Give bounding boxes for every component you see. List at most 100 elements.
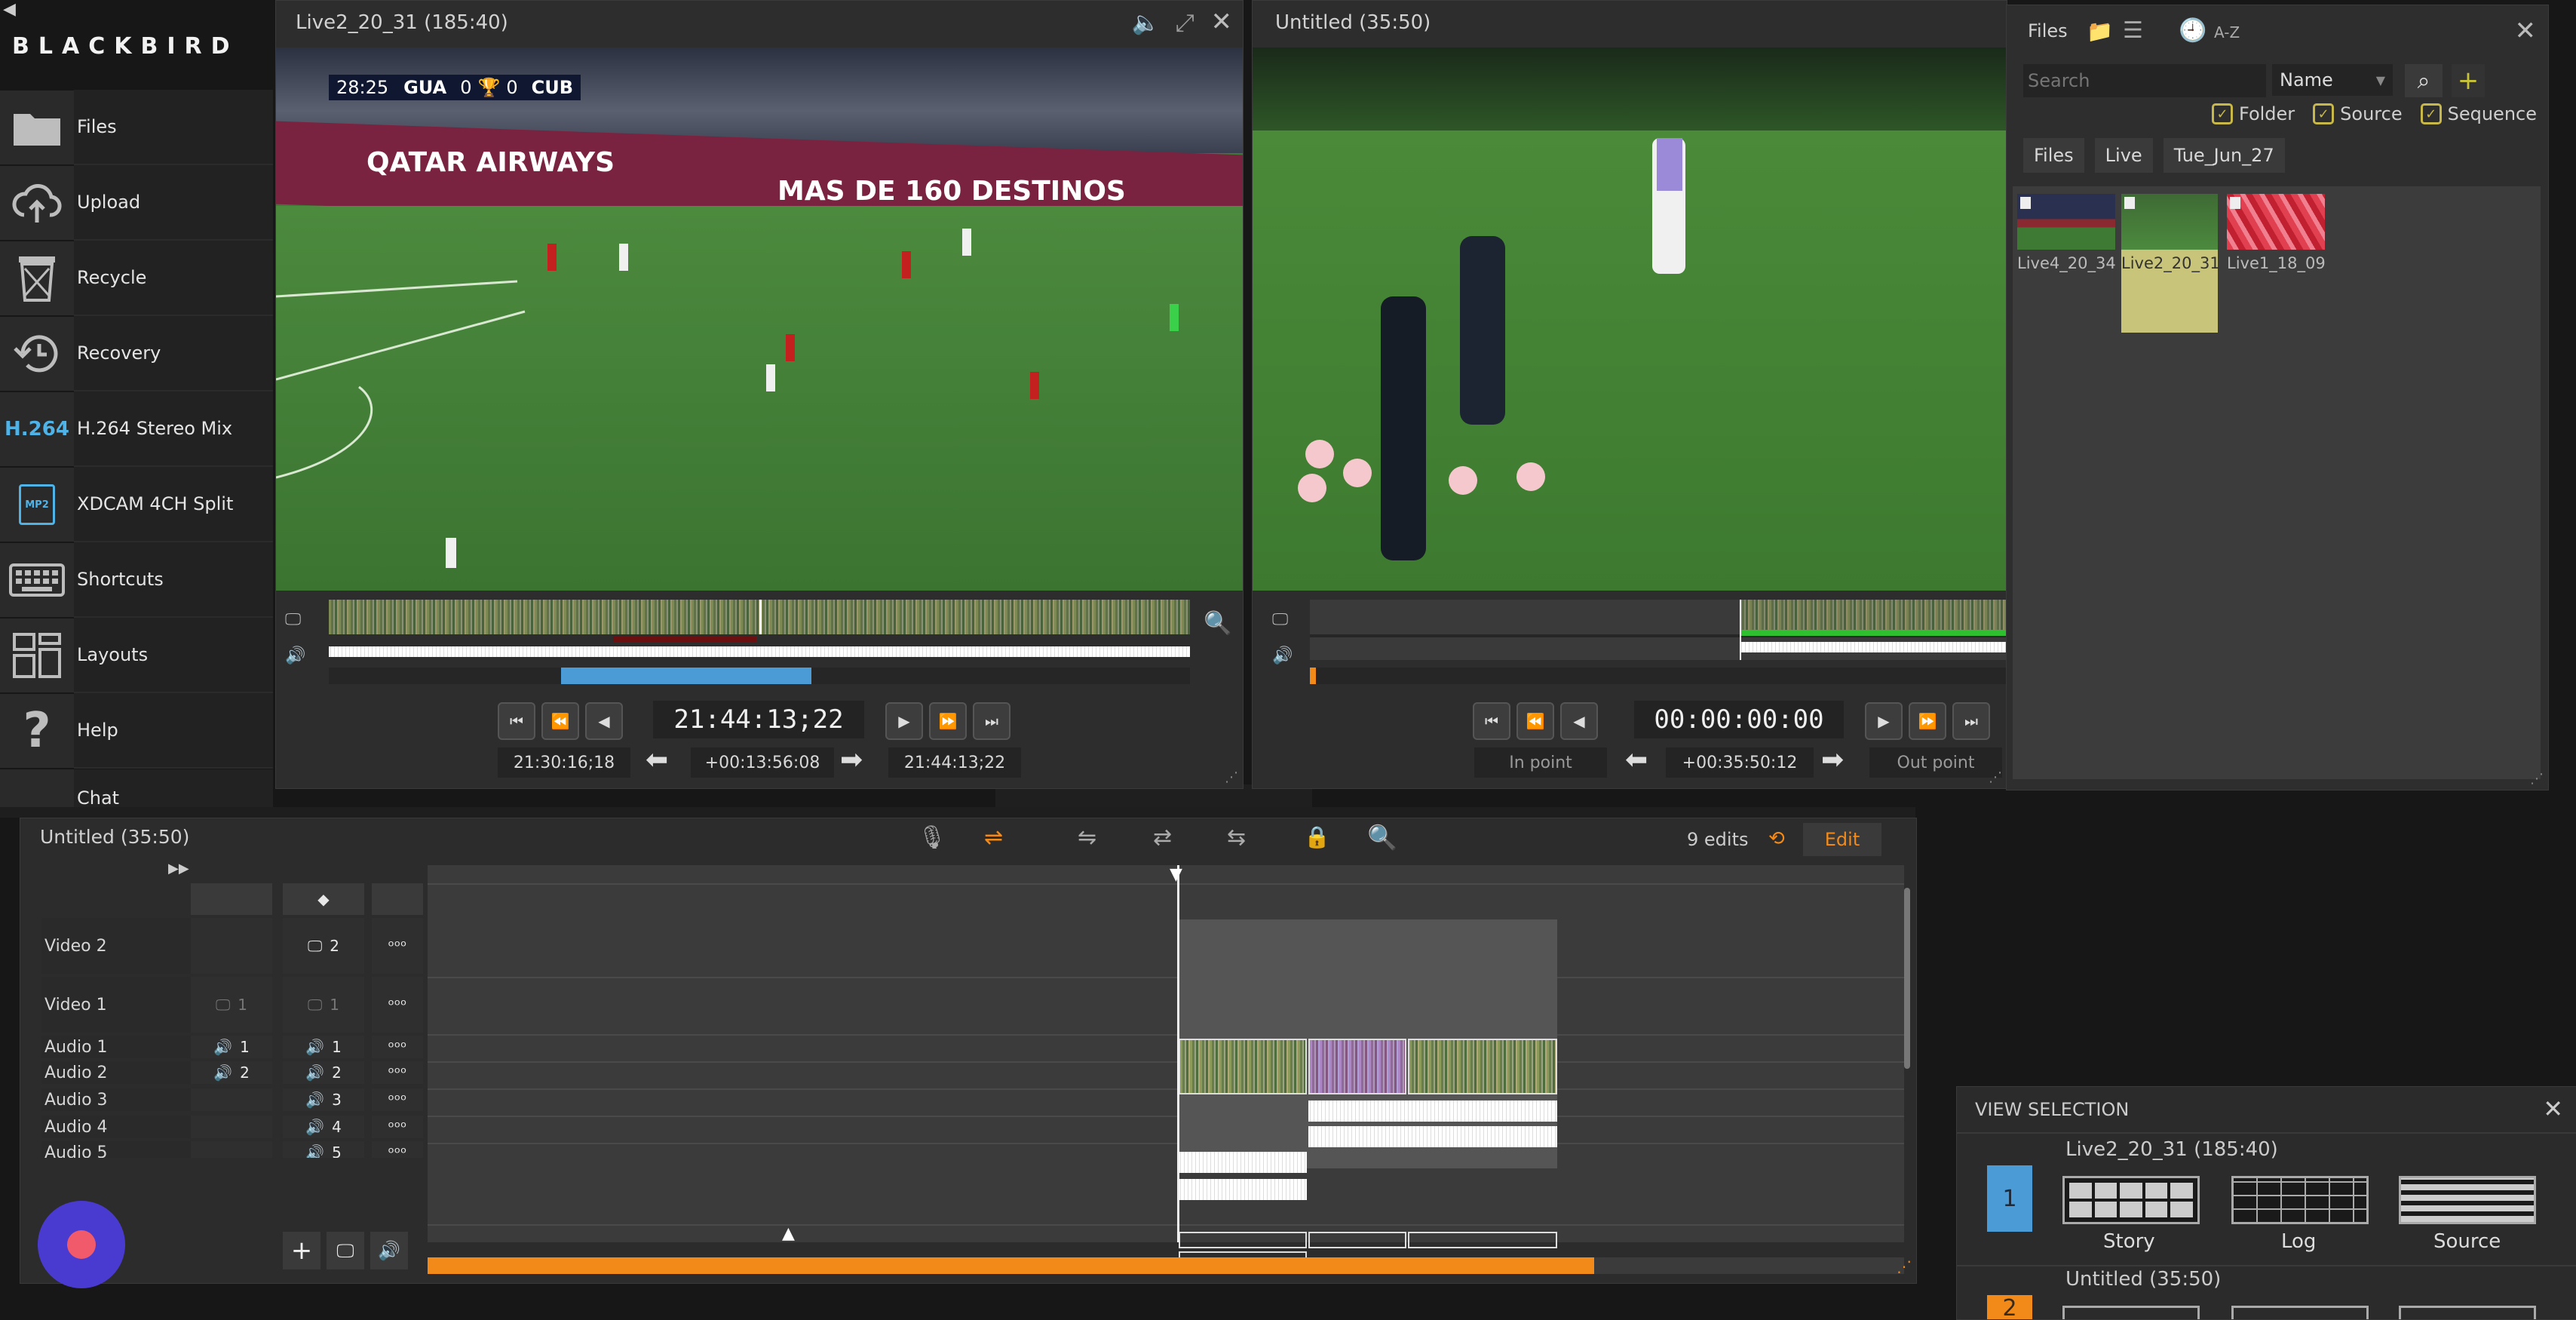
source-patch-video-1[interactable]: 🖵 1 [191, 977, 272, 1033]
record-patch-video-1[interactable]: 🖵 1 [283, 977, 364, 1033]
timeline-playhead[interactable] [1177, 865, 1179, 1242]
record-in-point[interactable]: In point [1474, 747, 1607, 778]
timeline-scroll-bar[interactable] [428, 1257, 1904, 1274]
go-to-end-button[interactable]: ⏭ [1952, 702, 1990, 740]
track-lock-audio-4[interactable]: ᵒᵒᵒ [372, 1116, 423, 1138]
volume-icon[interactable]: 🔈 [1132, 10, 1160, 36]
record-timecode[interactable]: 00:00:00:00 [1634, 701, 1844, 738]
sort-select[interactable]: Name ▼ [2272, 64, 2393, 96]
expand-tracks-icon[interactable]: ▶▶ [168, 861, 189, 876]
breadcrumb-date[interactable]: Tue_Jun_27 [2163, 138, 2285, 173]
empty-clip[interactable] [1408, 1232, 1557, 1248]
record-patch-audio-1[interactable]: 🔊 1 [283, 1036, 364, 1058]
record-marks-bar[interactable] [1310, 668, 2007, 684]
record-playhead[interactable] [1310, 668, 1316, 684]
record-out-point[interactable]: Out point [1869, 747, 2002, 778]
play-button[interactable]: ▶ [885, 702, 923, 740]
source-filmstrip[interactable] [329, 600, 1190, 634]
track-lock-video-1[interactable]: ᵒᵒᵒ [372, 977, 423, 1033]
story-view-option[interactable] [2062, 1306, 2200, 1319]
history-icon[interactable]: ⟲ [1768, 827, 1785, 850]
filter-source[interactable]: ✓ Source [2313, 103, 2403, 124]
empty-clip[interactable] [1179, 1232, 1307, 1248]
play-reverse-button[interactable]: ◀ [585, 702, 623, 740]
step-back-button[interactable]: ⏪ [541, 702, 579, 740]
sync-diamond-icon[interactable]: ◆ [283, 883, 364, 915]
file-thumbnail[interactable]: Live4_20_34 [2017, 194, 2116, 272]
track-lock-audio-3[interactable]: ᵒᵒᵒ [372, 1088, 423, 1111]
overwrite-tool-icon[interactable]: ⇌ [984, 824, 1003, 851]
source-view-option[interactable] [2399, 1176, 2536, 1224]
sort-az-label[interactable]: A-Z [2214, 23, 2240, 41]
audio-track-icon[interactable]: 🔊 [285, 646, 305, 665]
source-patch-audio-2[interactable]: 🔊 2 [191, 1061, 272, 1084]
audio-clip[interactable] [1308, 1126, 1557, 1147]
step-forward-button[interactable]: ⏩ [1909, 702, 1946, 740]
log-view-option[interactable] [2231, 1176, 2369, 1224]
in-out-range[interactable] [561, 668, 811, 684]
story-view-option[interactable] [2062, 1176, 2200, 1224]
source-playhead[interactable] [759, 600, 762, 634]
add-button[interactable]: + [2452, 64, 2485, 97]
source-timecode[interactable]: 21:44:13;22 [653, 701, 864, 738]
zoom-icon[interactable]: 🔍 [1367, 823, 1397, 852]
folder-view-icon[interactable]: 📁 [2087, 19, 2113, 44]
add-video-track-button[interactable]: 🖵 [327, 1232, 364, 1269]
resize-handle-icon[interactable]: ⋰ [1989, 769, 2002, 785]
view-entry-number[interactable]: 2 [1987, 1295, 2032, 1319]
timeline-progress[interactable] [428, 1257, 1594, 1274]
extract-tool-icon[interactable]: ⇆ [1227, 824, 1246, 851]
audio-clip[interactable] [1179, 1179, 1307, 1200]
breadcrumb-files[interactable]: Files [2023, 138, 2084, 173]
timeline-track-area[interactable]: ▼ [428, 865, 1904, 1266]
sidebar-item-files[interactable]: Files [0, 90, 273, 165]
go-to-out-arrow-icon[interactable]: ➡ [840, 744, 863, 775]
video-clip[interactable] [1308, 1039, 1406, 1094]
go-to-start-button[interactable]: ⏮ [1473, 702, 1510, 740]
source-view-option[interactable] [2399, 1306, 2536, 1319]
step-forward-button[interactable]: ⏩ [929, 702, 967, 740]
source-patch-audio-1[interactable]: 🔊 1 [191, 1036, 272, 1058]
source-duration[interactable]: +00:13:56:08 [691, 747, 834, 778]
video-clip[interactable] [1179, 1039, 1307, 1094]
play-reverse-button[interactable]: ◀ [1560, 702, 1598, 740]
record-filmstrip[interactable] [1310, 600, 2007, 660]
go-to-out-arrow-icon[interactable]: ➡ [1821, 744, 1844, 775]
go-to-end-button[interactable]: ⏭ [973, 702, 1010, 740]
source-patch-video-2[interactable] [191, 918, 272, 974]
sidebar-item-upload[interactable]: Upload [0, 165, 273, 241]
track-lock-audio-2[interactable]: ᵒᵒᵒ [372, 1061, 423, 1084]
source-in-timecode[interactable]: 21:30:16;18 [498, 747, 630, 778]
breadcrumb-live[interactable]: Live [2094, 138, 2153, 173]
list-view-icon[interactable]: ☰ [2123, 17, 2143, 44]
insert-tool-icon[interactable]: ⇋ [1078, 824, 1096, 851]
empty-clip[interactable] [1308, 1232, 1406, 1248]
record-patch-audio-2[interactable]: 🔊 2 [283, 1061, 364, 1084]
view-entry-number[interactable]: 1 [1987, 1165, 2032, 1232]
source-out-timecode[interactable]: 21:44:13;22 [888, 747, 1021, 778]
file-thumbnail[interactable]: Live1_18_09 [2227, 194, 2326, 272]
add-audio-track-button[interactable]: 🔊 [370, 1232, 408, 1269]
back-arrow-icon[interactable]: ◀ [3, 0, 16, 19]
source-patch-audio-4[interactable] [191, 1116, 272, 1138]
filter-sequence[interactable]: ✓ Sequence [2420, 103, 2537, 124]
playhead-top-marker-icon[interactable]: ▼ [1170, 865, 1182, 884]
resize-handle-icon[interactable]: ⋰ [1897, 1257, 1912, 1275]
track-lock-audio-1[interactable]: ᵒᵒᵒ [372, 1036, 423, 1058]
video-clip[interactable] [1408, 1039, 1557, 1094]
audio-clip[interactable] [1179, 1152, 1307, 1173]
playhead-bottom-marker-icon[interactable]: ▲ [782, 1224, 795, 1243]
track-lock-audio-5[interactable]: ᵒᵒᵒ [372, 1141, 423, 1158]
video-track-icon[interactable]: 🖵 [1272, 610, 1288, 629]
add-track-button[interactable]: + [283, 1232, 320, 1269]
filter-folder[interactable]: ✓ Folder [2212, 103, 2295, 124]
source-patch-audio-5[interactable] [191, 1141, 272, 1158]
go-to-in-arrow-icon[interactable]: ⬅ [1625, 744, 1648, 775]
record-patch-audio-5[interactable]: 🔊 5 [283, 1141, 364, 1158]
record-patch-audio-4[interactable]: 🔊 4 [283, 1116, 364, 1138]
clock-sort-icon[interactable]: 🕘 [2179, 17, 2206, 44]
track-lock-video-2[interactable]: ᵒᵒᵒ [372, 918, 423, 974]
video-track-icon[interactable]: 🖵 [285, 610, 301, 629]
record-patch-audio-3[interactable]: 🔊 3 [283, 1088, 364, 1111]
search-button[interactable]: ⌕ [2405, 64, 2443, 97]
